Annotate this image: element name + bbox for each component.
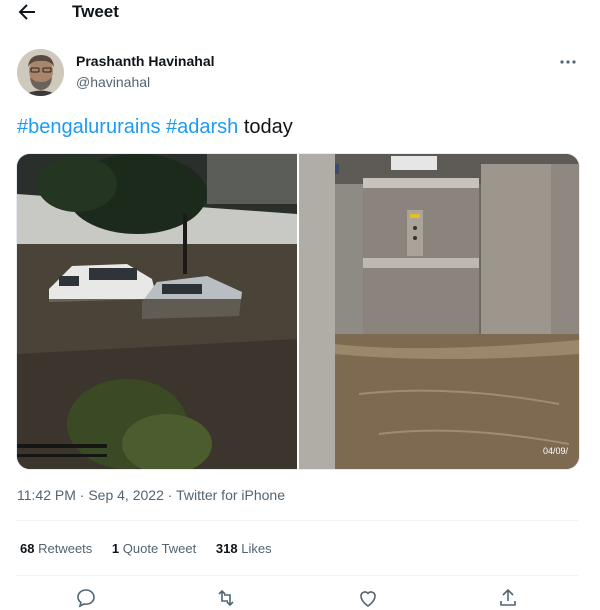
hashtag-link[interactable]: #bengalururains [17, 116, 160, 138]
quotes-label: Quote Tweet [122, 541, 197, 556]
divider [16, 520, 578, 521]
retweets-count: 68 [20, 541, 35, 556]
tweet-date[interactable]: Sep 4, 2022 [88, 487, 164, 503]
avatar[interactable] [17, 49, 64, 96]
likes-label: Likes [241, 541, 272, 556]
media-image-flooded-elevator[interactable]: 04/09/ [299, 154, 579, 469]
retweet-icon[interactable] [214, 586, 238, 610]
more-options-icon[interactable] [556, 50, 580, 74]
author-name[interactable]: Prashanth Havinahal [76, 52, 215, 70]
tweet-stats: 68 Retweets 1 Quote Tweet 318 Likes [20, 540, 288, 558]
media-image-flooded-street[interactable] [17, 154, 297, 469]
hashtag-link[interactable]: #adarsh [166, 116, 238, 138]
author-handle[interactable]: @havinahal [76, 73, 150, 91]
tweet-source[interactable]: Twitter for iPhone [176, 487, 285, 503]
back-arrow-icon[interactable] [14, 0, 40, 24]
retweets-stat[interactable]: 68 Retweets [20, 541, 92, 556]
retweets-label: Retweets [38, 541, 93, 556]
share-icon[interactable] [496, 586, 520, 610]
meta-separator: · [163, 487, 177, 503]
tweet-media[interactable]: 04/09/ [16, 153, 580, 470]
like-icon[interactable] [356, 586, 380, 610]
likes-count: 318 [215, 541, 238, 556]
top-bar: Tweet [0, 0, 600, 26]
quotes-count: 1 [111, 541, 120, 556]
quote-tweets-stat[interactable]: 1 Quote Tweet [112, 541, 196, 556]
meta-separator: · [75, 487, 89, 503]
page-title: Tweet [72, 2, 119, 21]
media-date-badge: 04/09/ [543, 446, 569, 456]
tweet-metadata: 11:42 PM · Sep 4, 2022 · Twitter for iPh… [17, 486, 285, 504]
reply-icon[interactable] [74, 586, 98, 610]
likes-stat[interactable]: 318 Likes [216, 541, 272, 556]
tweet-text: #bengalururains #adarsh today [17, 113, 293, 141]
divider [16, 575, 578, 576]
tweet-text-suffix: today [238, 116, 293, 138]
tweet-time[interactable]: 11:42 PM [17, 487, 76, 503]
